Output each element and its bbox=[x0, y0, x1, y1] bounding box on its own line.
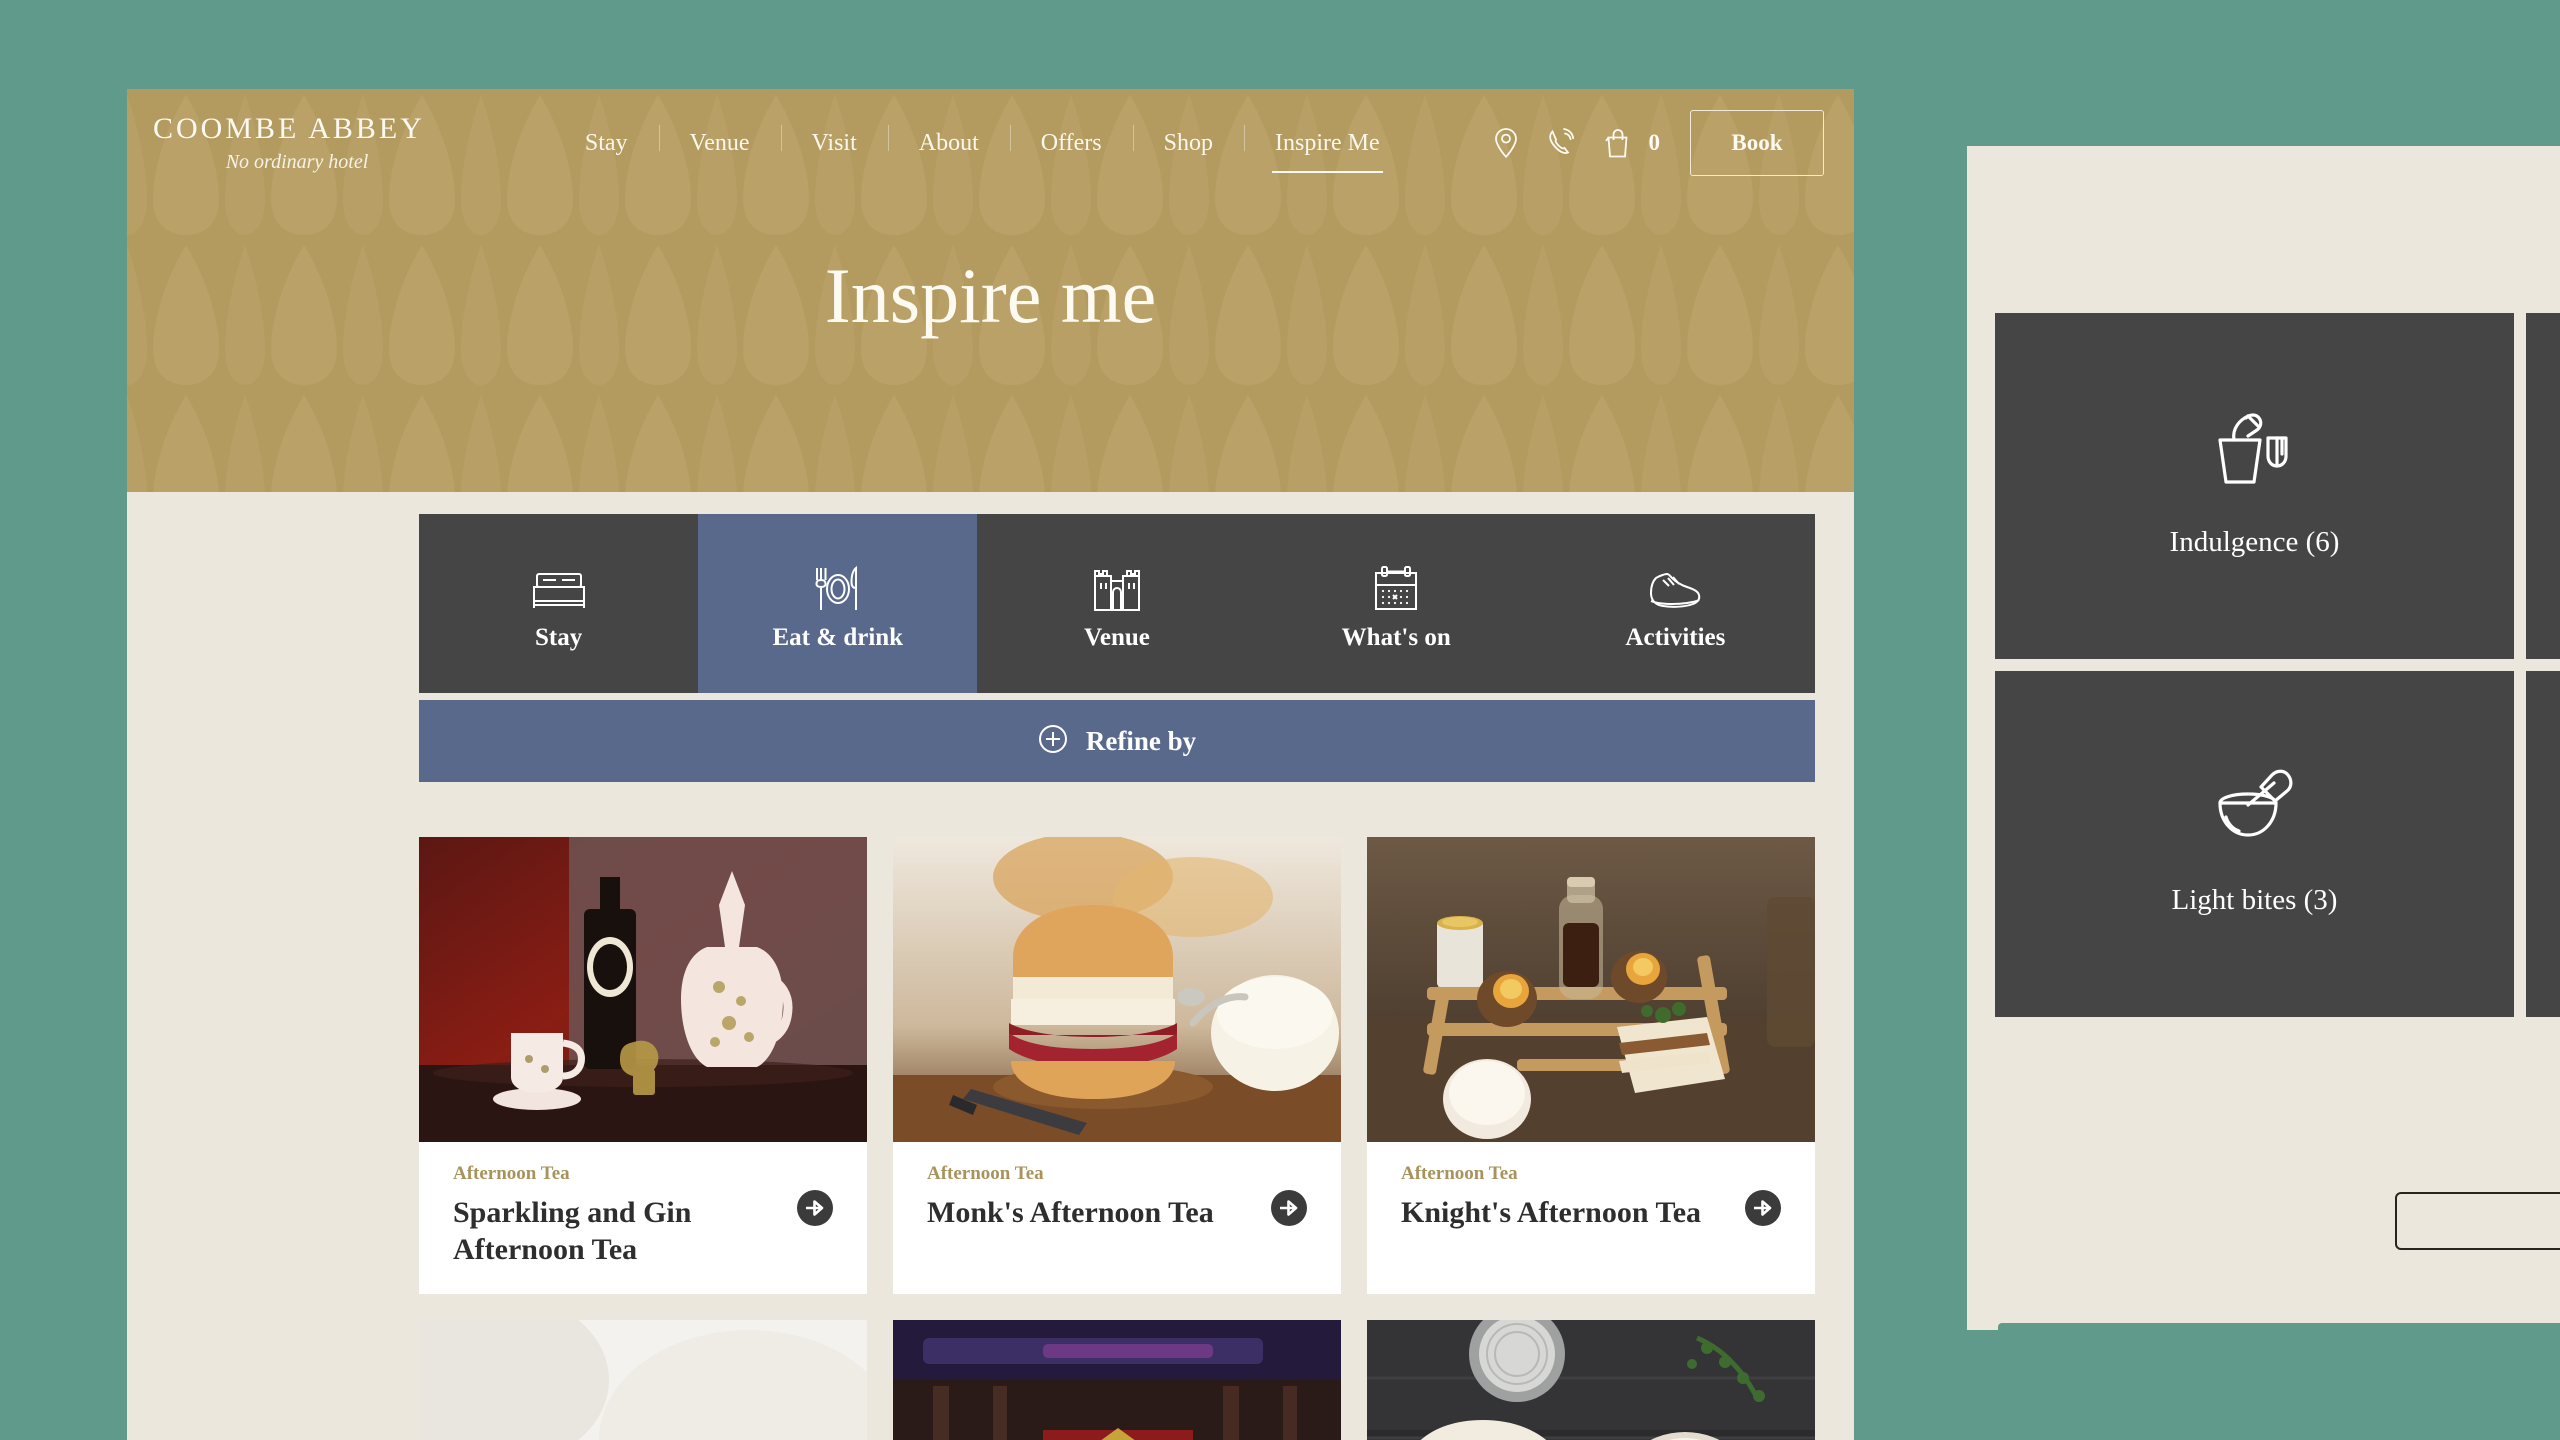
plus-circle-icon bbox=[1038, 724, 1068, 759]
location-pin-icon[interactable] bbox=[1478, 119, 1534, 167]
champagne-bucket-icon bbox=[2212, 412, 2298, 484]
card-eyebrow: Afternoon Tea bbox=[1401, 1163, 1518, 1184]
secondary-panel: Indulgence (6) Light bites (3) bbox=[1967, 146, 2560, 1330]
main-navigation: Stay Venue Visit About Offers Shop Inspi… bbox=[487, 123, 1478, 174]
site-header: COOMBE ABBEY No ordinary hotel Stay Venu… bbox=[127, 89, 1854, 197]
filter-cell-right-top[interactable] bbox=[2526, 313, 2560, 659]
nav-item-inspire-me[interactable]: Inspire Me bbox=[1243, 123, 1411, 174]
book-button[interactable]: Book bbox=[1690, 110, 1824, 176]
cart-button[interactable]: 0 bbox=[1590, 119, 1661, 167]
filter-cell-indulgence[interactable]: Indulgence (6) bbox=[1995, 313, 2514, 659]
category-tab-label: Stay bbox=[534, 623, 583, 651]
card-body: Afternoon Tea Monk's Afternoon Tea bbox=[893, 1142, 1341, 1260]
filter-cell-right-bottom[interactable] bbox=[2526, 671, 2560, 1017]
results-grid: Afternoon Tea Sparkling and Gin Afternoo… bbox=[419, 837, 1815, 1440]
card-image-knights-afternoon-tea bbox=[1367, 837, 1815, 1142]
filter-cell-light-bites[interactable]: Light bites (3) bbox=[1995, 671, 2514, 1017]
arrow-right-circle-icon[interactable] bbox=[1271, 1190, 1307, 1226]
card-image-cream-scone-dessert bbox=[419, 1320, 867, 1440]
card-title: Monk's Afternoon Tea bbox=[927, 1196, 1214, 1229]
category-tab-eat-and-drink[interactable]: Eat & drink bbox=[698, 514, 978, 693]
nav-item-offers[interactable]: Offers bbox=[1009, 123, 1133, 164]
mortar-and-pestle-icon bbox=[2212, 769, 2298, 842]
card-body: Afternoon Tea Sparkling and Gin Afternoo… bbox=[419, 1142, 867, 1294]
card-eyebrow: Afternoon Tea bbox=[927, 1163, 1044, 1184]
nav-item-venue[interactable]: Venue bbox=[658, 123, 781, 164]
result-card[interactable] bbox=[893, 1320, 1341, 1440]
card-body: Afternoon Tea Knight's Afternoon Tea bbox=[1367, 1142, 1815, 1260]
hero-banner: COOMBE ABBEY No ordinary hotel Stay Venu… bbox=[127, 89, 1854, 492]
shopping-bag-icon bbox=[1590, 119, 1646, 167]
running-shoe-icon bbox=[1646, 556, 1704, 614]
nav-item-visit[interactable]: Visit bbox=[780, 123, 888, 164]
cart-count: 0 bbox=[1648, 130, 1661, 155]
result-card[interactable]: Afternoon Tea Monk's Afternoon Tea bbox=[893, 837, 1341, 1295]
card-image-medieval-banquet bbox=[893, 1320, 1341, 1440]
brand-logo[interactable]: COOMBE ABBEY No ordinary hotel bbox=[149, 112, 479, 173]
category-tab-label: What's on bbox=[1341, 623, 1451, 651]
card-image-monks-afternoon-tea bbox=[893, 837, 1341, 1142]
card-image-sparkling-and-gin bbox=[419, 837, 867, 1142]
card-eyebrow: Afternoon Tea bbox=[453, 1163, 570, 1184]
arrow-right-circle-icon[interactable] bbox=[797, 1190, 833, 1226]
nav-item-about[interactable]: About bbox=[887, 123, 1010, 164]
brand-tagline: No ordinary hotel bbox=[225, 151, 369, 173]
category-tab-whats-on[interactable]: What's on bbox=[1256, 514, 1536, 693]
nav-item-stay[interactable]: Stay bbox=[554, 123, 659, 164]
calendar-icon bbox=[1371, 556, 1421, 614]
site-window: COOMBE ABBEY No ordinary hotel Stay Venu… bbox=[127, 89, 1854, 1440]
nav-item-shop[interactable]: Shop bbox=[1132, 123, 1244, 164]
result-card[interactable]: Afternoon Tea Knight's Afternoon Tea bbox=[1367, 837, 1815, 1295]
category-tab-venue[interactable]: Venue bbox=[977, 514, 1257, 693]
result-card[interactable] bbox=[419, 1320, 867, 1440]
header-tools: 0 Book bbox=[1478, 110, 1824, 176]
panel-outline-button[interactable] bbox=[2395, 1192, 2560, 1250]
filter-cell-label: Indulgence (6) bbox=[2169, 525, 2340, 558]
card-image-roast-beef-platter bbox=[1367, 1320, 1815, 1440]
refine-by-button[interactable]: Refine by bbox=[419, 700, 1815, 782]
refine-by-label: Refine by bbox=[1085, 725, 1197, 756]
category-tab-label: Venue bbox=[1084, 623, 1150, 651]
category-tab-bar: Stay Eat & drink Venue What's on Activit… bbox=[419, 514, 1816, 693]
category-filter-grid: Indulgence (6) Light bites (3) bbox=[1995, 313, 2560, 1017]
result-card[interactable] bbox=[1367, 1320, 1815, 1440]
card-title: Sparkling and Gin Afternoon Tea bbox=[453, 1196, 692, 1266]
card-title: Knight's Afternoon Tea bbox=[1401, 1196, 1702, 1229]
panel-teal-bar[interactable] bbox=[1998, 1323, 2560, 1330]
castle-icon bbox=[1091, 556, 1143, 614]
category-tab-activities[interactable]: Activities bbox=[1535, 514, 1816, 693]
category-tab-label: Eat & drink bbox=[772, 623, 904, 651]
phone-icon[interactable] bbox=[1534, 119, 1590, 167]
category-tab-label: Activities bbox=[1625, 623, 1726, 651]
arrow-right-circle-icon[interactable] bbox=[1745, 1190, 1781, 1226]
filter-cell-label: Light bites (3) bbox=[2171, 883, 2338, 916]
result-card[interactable]: Afternoon Tea Sparkling and Gin Afternoo… bbox=[419, 837, 867, 1295]
bed-icon bbox=[531, 556, 587, 614]
brand-name: COOMBE ABBEY bbox=[153, 112, 425, 145]
cutlery-icon bbox=[811, 556, 865, 614]
category-tab-stay[interactable]: Stay bbox=[419, 514, 699, 693]
page-title: Inspire me bbox=[824, 252, 1157, 339]
